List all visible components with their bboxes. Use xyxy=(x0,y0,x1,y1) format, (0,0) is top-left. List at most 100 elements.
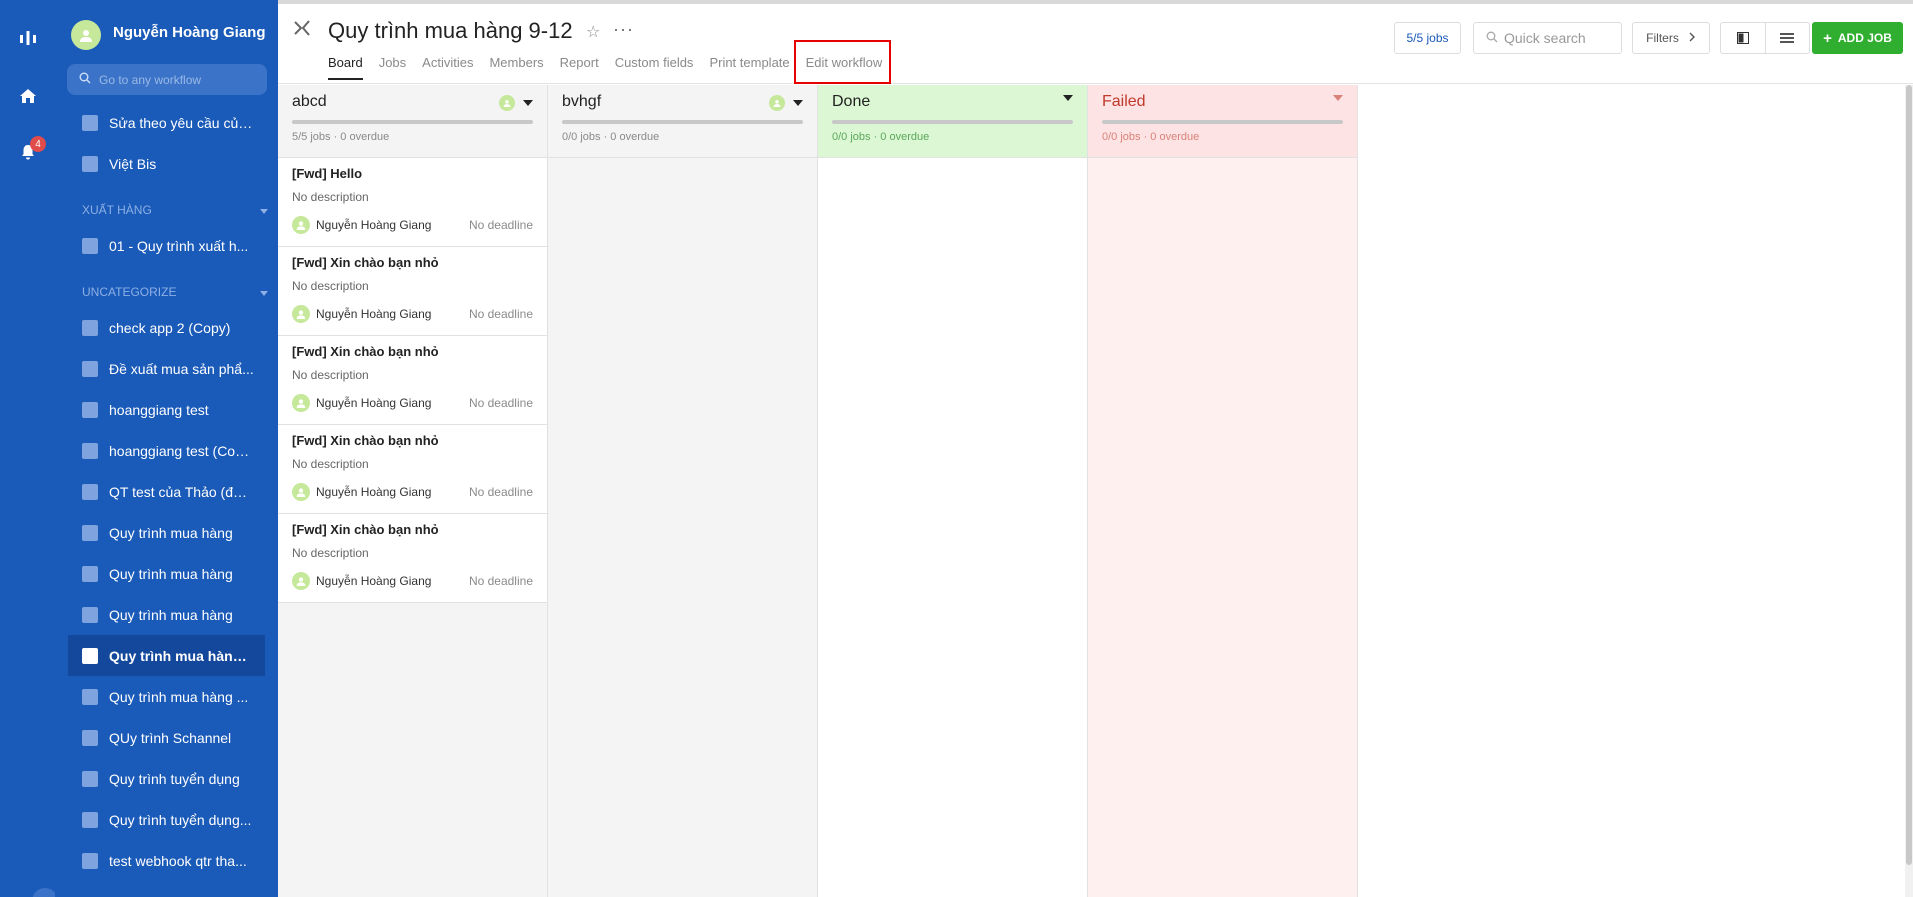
column-title: bvhgf xyxy=(562,93,602,110)
sidebar-item[interactable]: QT test của Thảo (đừ... xyxy=(55,471,278,512)
search-icon xyxy=(1486,30,1498,46)
quick-search[interactable] xyxy=(1473,22,1622,54)
column-menu-caret-icon[interactable] xyxy=(793,100,803,106)
jobs-count-button[interactable]: 5/5 jobs xyxy=(1394,22,1461,54)
group-header-uncategorize[interactable]: UNCATEGORIZE xyxy=(55,266,278,307)
logo-icon[interactable] xyxy=(0,18,55,58)
workflow-icon xyxy=(82,524,98,541)
column-menu-caret-icon[interactable] xyxy=(523,100,533,106)
workflow-nav: Sửa theo yêu cầu của... Việt Bis XUẤT HÀ… xyxy=(55,102,278,881)
workflow-icon xyxy=(82,852,98,869)
tab-jobs[interactable]: Jobs xyxy=(379,55,406,80)
job-card[interactable]: [Fwd] Xin chào bạn nhỏ No description Ng… xyxy=(278,514,547,603)
workflow-search-input[interactable] xyxy=(99,72,259,87)
card-title: [Fwd] Xin chào bạn nhỏ xyxy=(292,522,439,537)
sidebar-item[interactable]: check app 2 (Copy) xyxy=(55,307,278,348)
column-controls xyxy=(769,95,803,111)
group-header-xuat-hang[interactable]: XUẤT HÀNG xyxy=(55,184,278,225)
column-abcd: abcd 5/5 jobs · 0 overdue [Fwd] Hello No… xyxy=(278,85,548,897)
sidebar-item[interactable]: QUy trình Schannel xyxy=(55,717,278,758)
view-toggle xyxy=(1720,22,1810,54)
column-title: Failed xyxy=(1102,93,1146,110)
workflow-icon xyxy=(82,483,98,500)
workflow-icon xyxy=(82,360,98,377)
column-controls xyxy=(499,95,533,111)
column-controls xyxy=(1063,95,1073,101)
quick-search-input[interactable] xyxy=(1504,30,1614,46)
sidebar-item[interactable]: Đề xuất mua sản phẩ... xyxy=(55,348,278,389)
workflow-header: Quy trình mua hàng 9-12 ☆ ··· Board Jobs… xyxy=(278,4,1913,84)
collapse-caret-icon xyxy=(260,291,268,296)
filters-button[interactable]: Filters xyxy=(1632,22,1710,54)
assignee-avatar-icon[interactable] xyxy=(769,95,785,111)
workflow-icon xyxy=(82,729,98,746)
job-card[interactable]: [Fwd] Xin chào bạn nhỏ No description Ng… xyxy=(278,247,547,336)
column-stats: 0/0 jobs · 0 overdue xyxy=(832,131,930,143)
workflow-icon xyxy=(82,155,98,172)
list-view-icon[interactable] xyxy=(1766,23,1810,53)
column-header: Failed 0/0 jobs · 0 overdue xyxy=(1088,85,1357,158)
workflow-search[interactable] xyxy=(67,64,267,95)
plus-icon: + xyxy=(1823,29,1832,47)
job-card[interactable]: [Fwd] Xin chào bạn nhỏ No description Ng… xyxy=(278,425,547,514)
card-assignee: Nguyễn Hoàng Giang xyxy=(316,485,432,499)
column-stats: 0/0 jobs · 0 overdue xyxy=(1102,131,1200,143)
column-title: abcd xyxy=(292,93,327,110)
tab-report[interactable]: Report xyxy=(560,55,599,80)
card-footer: Nguyễn Hoàng Giang No deadline xyxy=(292,572,533,590)
user-profile[interactable]: Nguyễn Hoàng Giang xyxy=(55,0,278,70)
card-description: No description xyxy=(292,368,369,382)
collapse-caret-icon xyxy=(260,209,268,214)
job-card[interactable]: [Fwd] Xin chào bạn nhỏ No description Ng… xyxy=(278,336,547,425)
scrollbar-thumb[interactable] xyxy=(1906,85,1912,865)
column-stats: 0/0 jobs · 0 overdue xyxy=(562,131,660,143)
column-done: Done 0/0 jobs · 0 overdue xyxy=(818,85,1088,897)
column-menu-caret-icon[interactable] xyxy=(1333,95,1343,101)
column-menu-caret-icon[interactable] xyxy=(1063,95,1073,101)
search-icon xyxy=(79,72,91,87)
sidebar-item[interactable]: Quy trình mua hàng xyxy=(55,553,278,594)
card-deadline: No deadline xyxy=(468,574,533,588)
workflow-icon xyxy=(82,442,98,459)
add-job-button[interactable]: + ADD JOB xyxy=(1812,22,1903,54)
sidebar-item[interactable]: Quy trình mua hàng ... xyxy=(55,676,278,717)
sidebar-item[interactable]: Quy trình mua hàng xyxy=(55,594,278,635)
sidebar: Nguyễn Hoàng Giang Sửa theo yêu cầu của.… xyxy=(55,0,278,897)
notification-bell-icon[interactable]: 4 xyxy=(0,132,55,172)
card-deadline: No deadline xyxy=(468,396,533,410)
tab-activities[interactable]: Activities xyxy=(422,55,473,80)
highlight-box xyxy=(794,40,891,84)
card-description: No description xyxy=(292,190,369,204)
tab-members[interactable]: Members xyxy=(489,55,543,80)
sidebar-item[interactable]: Sửa theo yêu cầu của... xyxy=(55,102,278,143)
sidebar-item[interactable]: Quy trình mua hàng xyxy=(55,512,278,553)
column-title: Done xyxy=(832,93,871,110)
board-view-icon[interactable] xyxy=(1721,23,1766,53)
column-failed: Failed 0/0 jobs · 0 overdue xyxy=(1088,85,1358,897)
sidebar-item[interactable]: Quy trình tuyển dụng xyxy=(55,758,278,799)
home-icon[interactable] xyxy=(0,76,55,116)
assignee-avatar xyxy=(292,394,310,412)
tab-custom-fields[interactable]: Custom fields xyxy=(615,55,694,80)
workflow-icon xyxy=(82,401,98,418)
column-controls xyxy=(1333,95,1343,101)
job-card[interactable]: [Fwd] Hello No description Nguyễn Hoàng … xyxy=(278,158,547,247)
workflow-icon xyxy=(82,647,98,664)
workflow-icon xyxy=(82,237,98,254)
card-deadline: No deadline xyxy=(468,485,533,499)
tab-board[interactable]: Board xyxy=(328,55,363,80)
sidebar-item-active[interactable]: Quy trình mua hàng ... xyxy=(68,635,265,676)
card-deadline: No deadline xyxy=(468,307,533,321)
sidebar-item[interactable]: hoanggiang test xyxy=(55,389,278,430)
workflow-icon xyxy=(82,606,98,623)
assignee-avatar-icon[interactable] xyxy=(499,95,515,111)
sidebar-item[interactable]: Quy trình tuyển dụng... xyxy=(55,799,278,840)
sidebar-item[interactable]: Việt Bis xyxy=(55,143,278,184)
tab-print-template[interactable]: Print template xyxy=(709,55,789,80)
board-scrollbar[interactable] xyxy=(1905,85,1913,897)
sidebar-item[interactable]: test webhook qtr tha... xyxy=(55,840,278,881)
sidebar-item[interactable]: hoanggiang test (Cop... xyxy=(55,430,278,471)
workflow-icon xyxy=(82,688,98,705)
column-bvhgf: bvhgf 0/0 jobs · 0 overdue xyxy=(548,85,818,897)
sidebar-item[interactable]: 01 - Quy trình xuất h... xyxy=(55,225,278,266)
